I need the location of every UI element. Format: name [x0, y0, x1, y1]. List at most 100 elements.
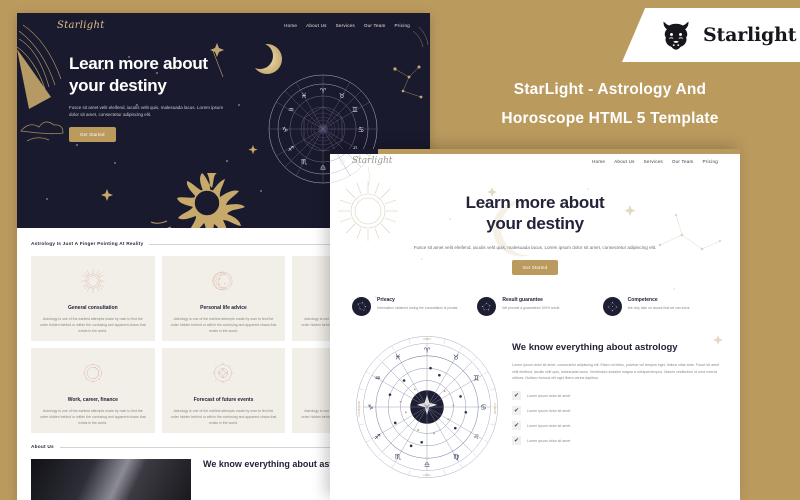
- svg-text:♊: ♊: [473, 373, 479, 382]
- front-hero-section: Learn more about your destiny Fusce sit …: [330, 166, 740, 275]
- services-label-text: Astrology Is Just A Finger Pointing At R…: [31, 242, 144, 247]
- svg-text:♈: ♈: [320, 87, 327, 95]
- back-nav-links: Home About Us Services Our Team Pricing: [284, 23, 410, 28]
- back-hero-heading: Learn more about your destiny: [69, 53, 232, 97]
- astrology-natal-chart: ♈♉♊ ♋♌♍ ♎♏♐ ♑♒♓ ARIES LIBRA CAPRICORN CA…: [356, 336, 498, 478]
- moon-face-emblem-icon: [212, 271, 233, 291]
- service-card[interactable]: Forecast of future events Astrology is o…: [161, 348, 286, 433]
- logo-banner: Starlight: [622, 8, 800, 62]
- service-card-text: Astrology is one of the earliest attempt…: [40, 409, 146, 426]
- feature-description: We provide a guaranteed 100% result.: [502, 305, 561, 310]
- front-get-started-button[interactable]: Get Started: [511, 259, 559, 275]
- svg-text:♏: ♏: [395, 452, 402, 461]
- back-hero-copy: Learn more about your destiny Fusce sit …: [17, 31, 232, 142]
- natal-chart-wheel: ♈ ♉ ♊ ♋ ♌ ♍ ♎ ♏ ♐ ♑ ♒ ♓ ARIES LIBRA CAPR…: [342, 332, 512, 487]
- checklist-item-label: Lorem ipsum dolor sit amet: [527, 408, 571, 413]
- promo-title-line1: StarLight - Astrology And: [513, 81, 707, 98]
- check-icon: ✔: [512, 436, 521, 446]
- checklist-item: ✔ Lorem ipsum dolor sit amet: [512, 421, 722, 431]
- front-page-mockup: Starlight Home About Us Services Our Tea…: [330, 149, 740, 500]
- feature-item: Competence We only take on issues that w…: [602, 296, 718, 316]
- service-card[interactable]: General consultation Astrology is one of…: [31, 256, 155, 341]
- service-card-title: Work, career, finance: [67, 397, 118, 403]
- service-card-text: Astrology is one of the earliest attempt…: [170, 317, 277, 334]
- bull-head-icon: [663, 21, 689, 50]
- svg-text:ARIES: ARIES: [423, 337, 431, 341]
- svg-text:♒: ♒: [374, 373, 380, 382]
- nav-item-pricing[interactable]: Pricing: [395, 23, 410, 28]
- checklist-item-label: Lorem ipsum dolor sit amet: [527, 438, 571, 443]
- service-card-text: Astrology is one of the earliest attempt…: [170, 409, 277, 426]
- orb-stars: [482, 302, 491, 311]
- nav-item-pricing[interactable]: Pricing: [703, 159, 718, 164]
- front-brand-logo[interactable]: Starlight: [352, 156, 392, 166]
- checklist-item: ✔ Lorem ipsum dolor sit amet: [512, 406, 722, 416]
- constellation-orb-icon: [352, 296, 371, 316]
- check-icon: ✔: [512, 406, 521, 416]
- front-hero-heading-line1: Learn more about: [465, 193, 605, 212]
- svg-text:CAPRICORN: CAPRICORN: [357, 401, 361, 417]
- checklist-item-label: Lorem ipsum dolor sit amet: [527, 393, 571, 398]
- promo-title: StarLight - Astrology And Horoscope HTML…: [430, 76, 790, 133]
- feature-item: Privacy Information obtained during the …: [352, 296, 467, 316]
- orb-stars: [357, 302, 366, 311]
- check-icon: ✔: [512, 421, 521, 431]
- svg-text:♍: ♍: [453, 452, 460, 461]
- nav-item-services[interactable]: Services: [644, 159, 663, 164]
- svg-text:♋: ♋: [480, 402, 486, 411]
- promo-title-line2: Horoscope HTML 5 Template: [501, 109, 719, 127]
- service-card-title: General consultation: [67, 305, 118, 311]
- nav-item-about-us[interactable]: About Us: [614, 159, 635, 164]
- svg-text:♑: ♑: [367, 402, 373, 411]
- nav-item-services[interactable]: Services: [336, 23, 355, 28]
- feature-title: Result guarantee: [502, 296, 543, 303]
- svg-text:♈: ♈: [424, 345, 431, 354]
- nav-item-our-team[interactable]: Our Team: [672, 159, 694, 164]
- svg-text:♓: ♓: [301, 92, 307, 100]
- back-brand-logo[interactable]: Starlight: [57, 20, 105, 31]
- back-hero-paragraph: Fusce sit amet velit eleifend, iaculis v…: [69, 104, 224, 118]
- feature-text-block: Result guarantee We provide a guaranteed…: [502, 297, 560, 316]
- svg-text:♋: ♋: [358, 126, 364, 134]
- front-hero-paragraph: Fusce sit amet velit eleifend, iaculis v…: [413, 244, 657, 250]
- know-heading-line1: We know everything about: [512, 341, 633, 353]
- checklist-item-label: Lorem ipsum dolor sit amet: [527, 423, 571, 428]
- svg-text:♎: ♎: [424, 460, 430, 469]
- know-copy: We know everything about astrology Lorem…: [512, 332, 722, 487]
- back-page-navbar: Starlight Home About Us Services Our Tea…: [17, 13, 430, 31]
- front-page-navbar: Starlight Home About Us Services Our Tea…: [330, 149, 740, 166]
- feature-title: Privacy: [377, 296, 395, 303]
- know-heading: We know everything about astrology: [512, 342, 722, 354]
- service-card-title: Personal life advice: [200, 305, 247, 311]
- svg-text:♓: ♓: [395, 352, 401, 361]
- svg-text:♉: ♉: [453, 352, 459, 361]
- feature-text-block: Privacy Information obtained during the …: [377, 297, 458, 316]
- svg-text:♐: ♐: [288, 145, 294, 153]
- nav-item-home[interactable]: Home: [284, 23, 297, 28]
- front-nav-links: Home About Us Services Our Team Pricing: [592, 159, 718, 164]
- gear-star-emblem-icon: [83, 363, 103, 383]
- nav-item-about-us[interactable]: About Us: [306, 23, 327, 28]
- features-row: Privacy Information obtained during the …: [330, 275, 740, 316]
- svg-text:♎: ♎: [320, 164, 326, 172]
- radiant-star-emblem-icon: [213, 362, 234, 384]
- nav-item-home[interactable]: Home: [592, 159, 605, 164]
- svg-text:♉: ♉: [339, 92, 345, 100]
- feature-description: Information obtained during the consulta…: [377, 305, 459, 310]
- checklist-item: ✔ Lorem ipsum dolor sit amet: [512, 436, 722, 446]
- know-paragraph: Lorem ipsum dolor sit amet, consectetur …: [512, 363, 720, 381]
- service-card[interactable]: Work, career, finance Astrology is one o…: [31, 348, 155, 433]
- constellation-orb-icon: [477, 296, 497, 316]
- svg-text:♑: ♑: [282, 126, 288, 134]
- know-section: ♈ ♉ ♊ ♋ ♌ ♍ ♎ ♏ ♐ ♑ ♒ ♓ ARIES LIBRA CAPR…: [330, 316, 740, 487]
- front-hero-heading-line2: your destiny: [486, 214, 584, 234]
- back-get-started-button[interactable]: Get Started: [69, 126, 116, 142]
- nav-item-our-team[interactable]: Our Team: [364, 23, 386, 28]
- feature-description: We only take on issues that we can solve…: [627, 305, 691, 310]
- feature-title: Competence: [627, 296, 658, 303]
- constellation-orb-icon: [602, 296, 622, 316]
- svg-text:♊: ♊: [352, 106, 358, 114]
- service-card[interactable]: Personal life advice Astrology is one of…: [161, 256, 286, 341]
- svg-text:♏: ♏: [301, 158, 308, 166]
- feature-text-block: Competence We only take on issues that w…: [628, 297, 691, 316]
